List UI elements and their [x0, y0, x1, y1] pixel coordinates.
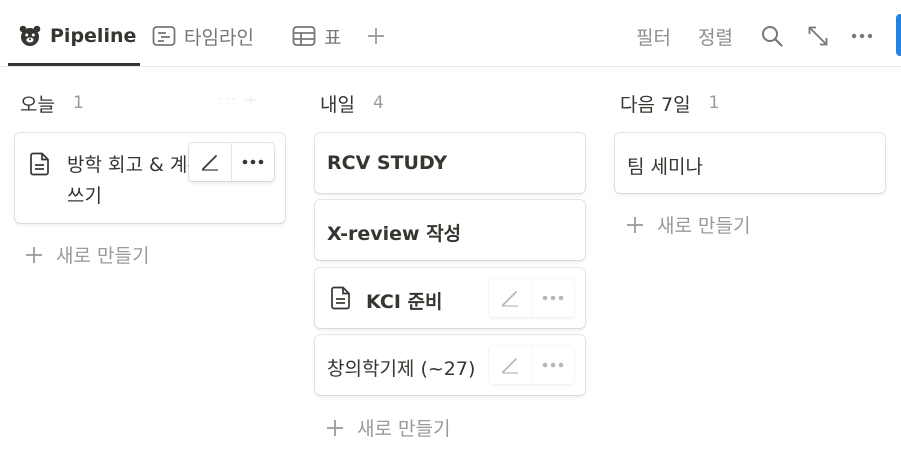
view-tab-bar: Pipeline 타임라인 표 필터 정렬 [0, 0, 901, 67]
card-title: 팀 세미나 [627, 156, 703, 178]
table-icon [292, 25, 316, 47]
column-header-hover-actions[interactable]: ··· + [218, 90, 259, 110]
column-title: 다음 7일 [620, 93, 691, 116]
timeline-icon [152, 25, 176, 47]
new-card-button[interactable]: 새로 만들기 [625, 211, 750, 238]
filter-button[interactable]: 필터 [636, 23, 671, 50]
more-icon[interactable] [531, 279, 574, 317]
tab-timeline[interactable]: 타임라인 [152, 20, 254, 52]
bear-face-icon [18, 24, 42, 48]
sort-button[interactable]: 정렬 [698, 23, 733, 50]
tab-label: 표 [324, 26, 342, 49]
expand-icon[interactable] [806, 24, 830, 48]
new-card-label: 새로 만들기 [56, 245, 150, 267]
tab-label: Pipeline [50, 25, 137, 47]
tab-table[interactable]: 표 [292, 20, 341, 52]
column-header-tomorrow: 내일 4 [320, 88, 384, 118]
plus-icon [26, 246, 42, 263]
edit-pencil-icon[interactable] [189, 143, 231, 181]
add-view-plus-icon[interactable] [366, 26, 386, 46]
edit-pencil-icon[interactable] [489, 346, 531, 384]
search-icon[interactable] [760, 24, 784, 48]
column-title: 내일 [320, 93, 355, 116]
card-title: RCV STUDY [327, 152, 448, 174]
column-count: 4 [372, 93, 384, 113]
card[interactable]: 방학 회고 & 계획 글 쓰기 [15, 133, 285, 223]
card-title: 창의학기제 (~27) [327, 358, 476, 380]
new-card-button[interactable]: 새로 만들기 [24, 241, 149, 268]
more-icon[interactable] [231, 143, 274, 181]
new-card-label: 새로 만들기 [657, 215, 751, 237]
column-header-next-7-days: 다음 7일 1 [620, 88, 719, 118]
card[interactable]: KCI 준비 [315, 268, 585, 328]
card-hover-actions [189, 143, 274, 181]
more-icon[interactable] [850, 24, 874, 48]
card-title: X-review 작성 [327, 223, 462, 245]
card[interactable]: 팀 세미나 [615, 133, 885, 193]
edit-pencil-icon[interactable] [489, 279, 531, 317]
new-card-button[interactable]: 새로 만들기 [325, 414, 450, 441]
column-count: 1 [72, 93, 84, 113]
card[interactable]: 창의학기제 (~27) [315, 335, 585, 395]
tab-pipeline[interactable]: Pipeline [18, 20, 136, 52]
card-hover-actions [489, 279, 574, 317]
column-count: 1 [708, 93, 720, 113]
page-icon [29, 152, 51, 176]
column-title: 오늘 [20, 93, 55, 116]
new-card-label: 새로 만들기 [357, 418, 451, 440]
column-header-today: 오늘 1 [20, 88, 84, 118]
plus-icon [327, 419, 343, 436]
card-hover-actions [489, 346, 574, 384]
tab-label: 타임라인 [184, 26, 254, 49]
more-icon[interactable] [531, 346, 574, 384]
card[interactable]: X-review 작성 [315, 200, 585, 260]
new-button-edge[interactable] [896, 14, 901, 56]
plus-icon [627, 216, 643, 233]
active-tab-indicator [8, 63, 140, 66]
card-title: KCI 준비 [366, 291, 443, 313]
card-title-line2: 쓰기 [67, 185, 102, 207]
page-icon [330, 286, 352, 310]
card[interactable]: RCV STUDY [315, 133, 585, 193]
